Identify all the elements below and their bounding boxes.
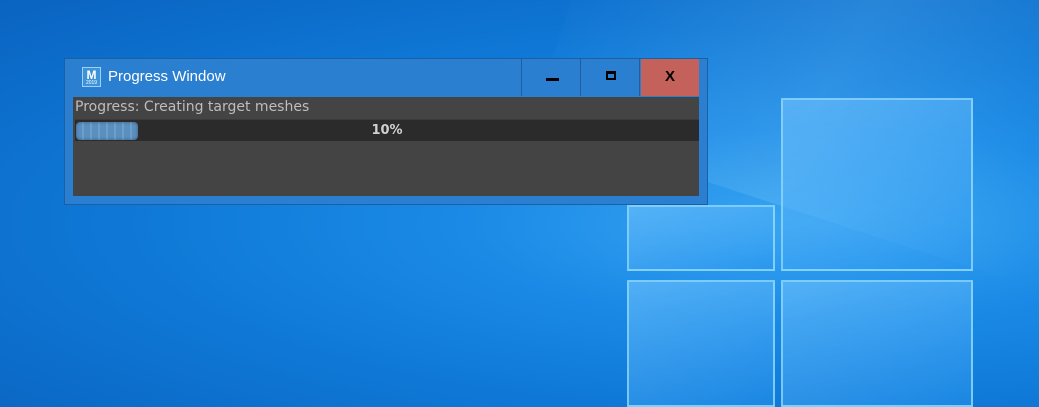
progress-bar: 10% <box>75 119 699 141</box>
maximize-button[interactable] <box>582 59 640 96</box>
title-bar[interactable]: M 2019 Progress Window X <box>65 59 707 96</box>
progress-label: Progress: Creating target meshes <box>75 99 310 115</box>
app-icon-sub: 2019 <box>85 80 98 86</box>
minimize-icon <box>546 78 559 81</box>
title-separator <box>521 59 522 96</box>
logo-pane-bottom-left <box>627 280 775 407</box>
logo-pane-bottom-right <box>781 280 973 407</box>
progress-window: M 2019 Progress Window X Progress: Creat… <box>64 58 708 205</box>
minimize-button[interactable] <box>523 59 581 96</box>
maximize-icon <box>606 71 616 80</box>
progress-percent: 10% <box>371 123 403 138</box>
logo-pane-top-right <box>781 98 973 271</box>
window-title: Progress Window <box>108 68 226 85</box>
close-button[interactable]: X <box>641 59 699 96</box>
logo-pane-top-left <box>627 205 775 271</box>
app-icon[interactable]: M 2019 <box>82 67 101 87</box>
window-content: Progress: Creating target meshes 10% <box>73 97 699 196</box>
close-icon: X <box>664 68 675 85</box>
